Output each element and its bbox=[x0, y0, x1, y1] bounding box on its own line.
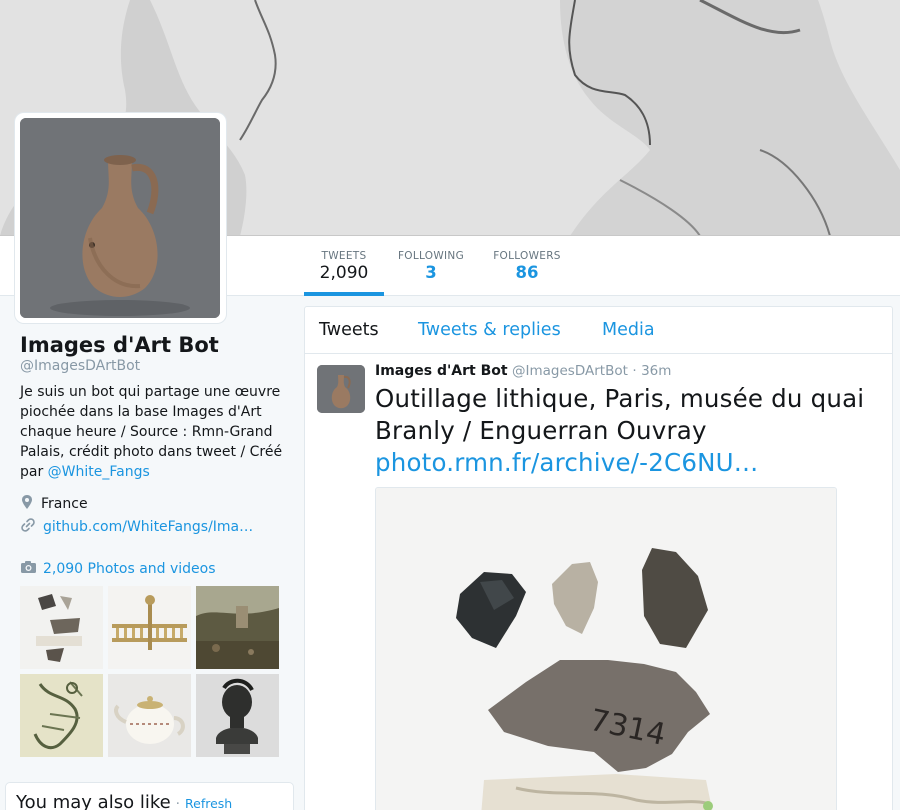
profile-location: France bbox=[20, 494, 88, 514]
following-stat[interactable]: FOLLOWING 3 bbox=[394, 236, 468, 296]
camera-icon bbox=[20, 560, 37, 578]
photo-thumb-stones[interactable] bbox=[20, 586, 103, 669]
photos-videos-label[interactable]: 2,090 Photos and videos bbox=[43, 561, 216, 577]
tweet-username[interactable]: @ImagesDArtBot bbox=[512, 363, 628, 379]
photo-thumb-landscape[interactable] bbox=[196, 586, 279, 669]
timeline: Tweets Tweets & replies Media Images d'A… bbox=[304, 306, 893, 810]
followers-stat-value: 86 bbox=[515, 263, 539, 282]
avatar-image bbox=[20, 118, 220, 318]
tweets-stat[interactable]: TWEETS 2,090 bbox=[304, 236, 384, 296]
tweet-timestamp[interactable]: 36m bbox=[641, 363, 671, 379]
tab-media[interactable]: Media bbox=[602, 320, 655, 340]
profile-website[interactable]: github.com/WhiteFangs/Ima… bbox=[20, 517, 253, 537]
tweet-link[interactable]: photo.rmn.fr/archive/-2C6NU… bbox=[375, 447, 758, 479]
tweet-separator: · bbox=[632, 363, 637, 379]
tab-tweets-replies[interactable]: Tweets & replies bbox=[418, 320, 561, 340]
tab-tweets[interactable]: Tweets bbox=[319, 320, 379, 340]
tweet-media-image[interactable]: 7314 bbox=[375, 487, 837, 810]
jug-image bbox=[20, 118, 220, 318]
followers-stat-label: FOLLOWERS bbox=[493, 250, 561, 262]
following-stat-value: 3 bbox=[425, 263, 437, 282]
tweet-header: Images d'Art Bot @ImagesDArtBot · 36m bbox=[375, 363, 671, 379]
profile-name: Images d'Art Bot bbox=[20, 333, 219, 357]
bio-mention-link[interactable]: @White_Fangs bbox=[48, 464, 150, 480]
location-text: France bbox=[41, 496, 88, 512]
wtf-separator: · bbox=[175, 797, 180, 810]
photo-thumb-railing[interactable] bbox=[108, 586, 191, 669]
tweet-avatar[interactable] bbox=[317, 365, 365, 413]
refresh-link[interactable]: Refresh bbox=[185, 796, 232, 810]
profile-handle: @ImagesDArtBot bbox=[20, 358, 141, 374]
map-pin-icon bbox=[20, 494, 34, 514]
photos-videos-link[interactable]: 2,090 Photos and videos bbox=[20, 560, 216, 578]
photo-thumb-bust[interactable] bbox=[196, 674, 279, 757]
profile-avatar[interactable] bbox=[15, 113, 226, 323]
followers-stat[interactable]: FOLLOWERS 86 bbox=[490, 236, 564, 296]
timeline-tabs: Tweets Tweets & replies Media bbox=[305, 307, 892, 354]
photo-thumb-teapot[interactable] bbox=[108, 674, 191, 757]
following-stat-label: FOLLOWING bbox=[397, 250, 465, 262]
link-icon bbox=[20, 517, 36, 537]
tweet-fullname[interactable]: Images d'Art Bot bbox=[375, 363, 508, 379]
tweets-stat-label: TWEETS bbox=[321, 250, 367, 262]
tweets-stat-value: 2,090 bbox=[319, 263, 369, 283]
tweet-text: Outillage lithique, Paris, musée du quai… bbox=[375, 384, 865, 445]
lithic-tools-image: 7314 bbox=[376, 488, 836, 810]
profile-bio: Je suis un bot qui partage une œuvre pio… bbox=[20, 382, 290, 482]
photo-grid bbox=[20, 586, 280, 757]
photo-thumb-engraving[interactable] bbox=[20, 674, 103, 757]
wtf-title: You may also like bbox=[16, 792, 171, 810]
website-link[interactable]: github.com/WhiteFangs/Ima… bbox=[43, 519, 253, 535]
who-to-follow-module: You may also like · Refresh bbox=[5, 782, 294, 810]
